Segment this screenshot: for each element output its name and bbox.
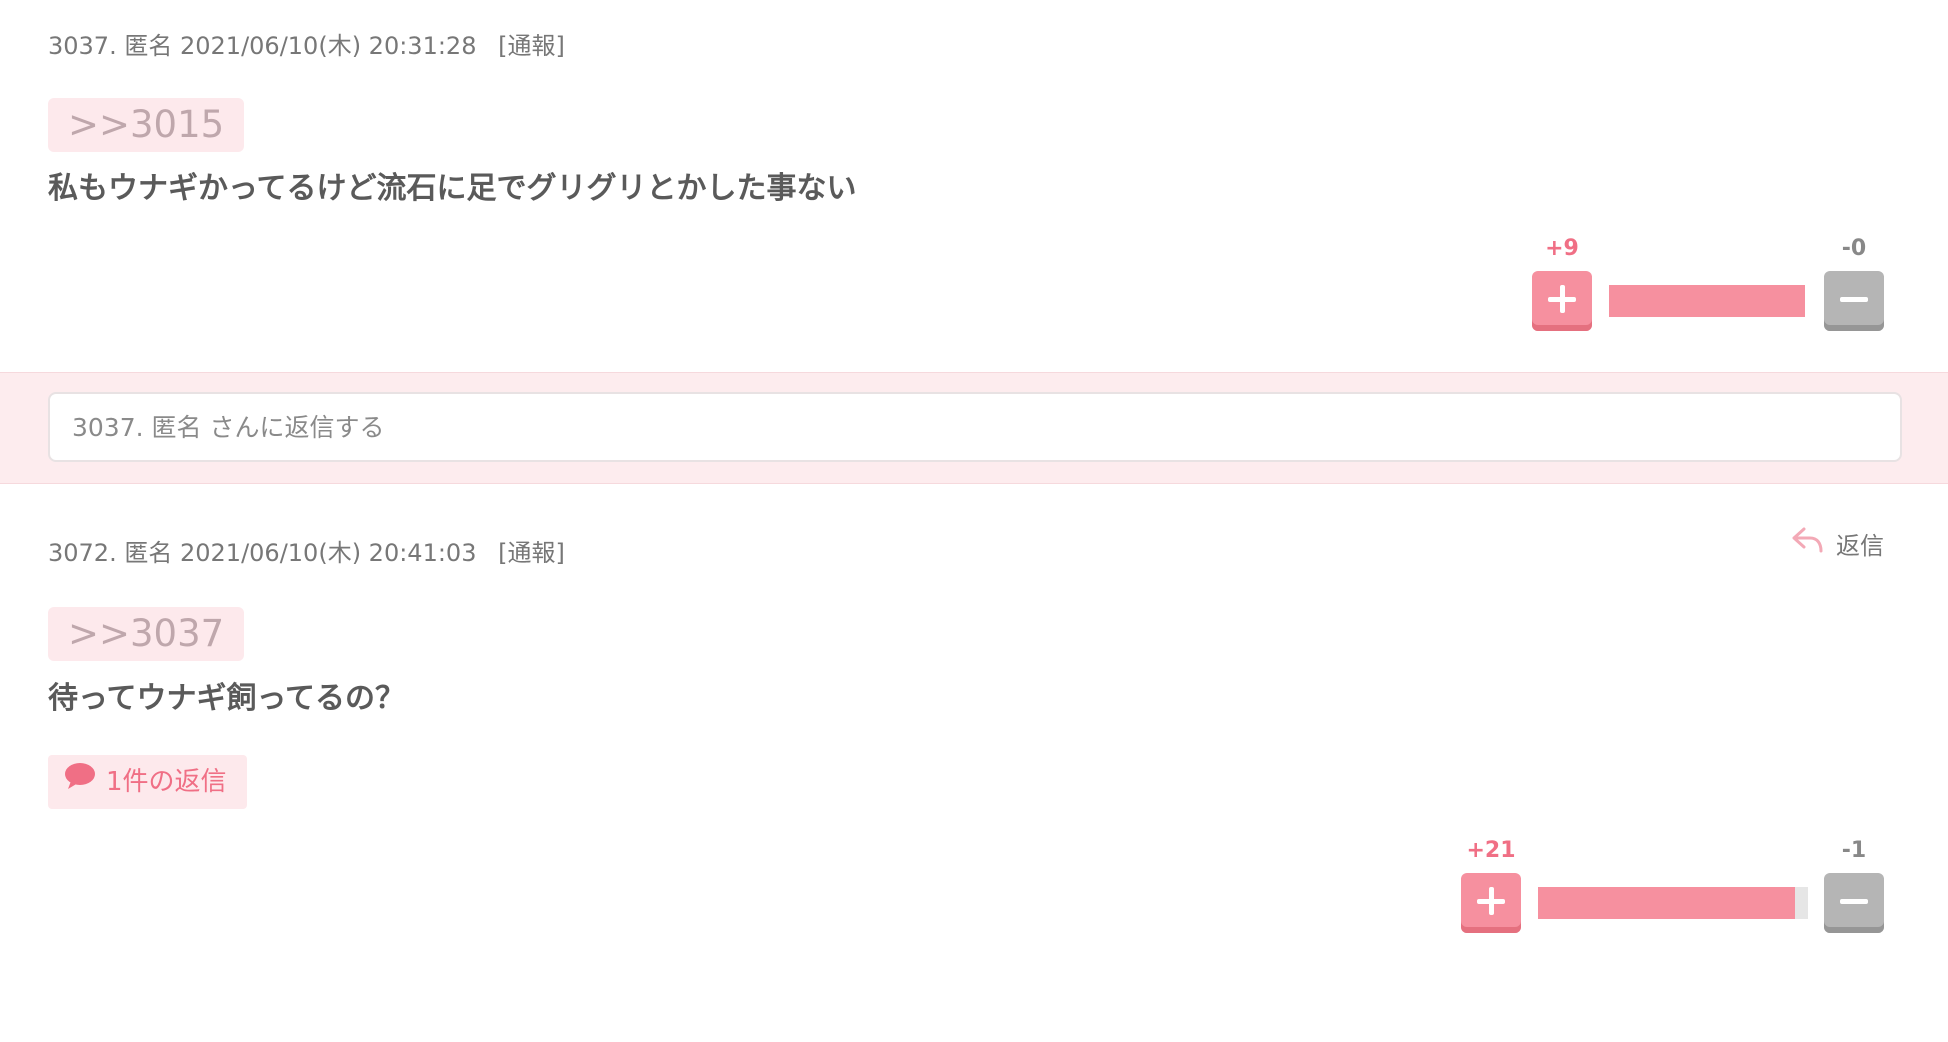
plus-count: +21	[1466, 838, 1516, 863]
plus-vote-button[interactable]	[1461, 873, 1521, 933]
comment-body: 私もウナギかってるけど流石に足でグリグリとかした事ない	[48, 171, 857, 206]
comment-datetime: 2021/06/10(木) 20:31:28	[180, 32, 477, 60]
report-link[interactable]: [通報]	[498, 32, 565, 60]
comment-datetime: 2021/06/10(木) 20:41:03	[180, 539, 477, 567]
anchor-link[interactable]: >>3015	[48, 98, 245, 152]
comment-number: 3072.	[48, 539, 117, 567]
vote-ratio-bar	[1538, 887, 1808, 919]
minus-count: -0	[1841, 236, 1867, 261]
vote-ratio-fill	[1609, 285, 1805, 317]
comment-body: 待ってウナギ飼ってるの？	[48, 681, 405, 716]
speech-bubble-icon	[64, 755, 96, 809]
minus-vote-button[interactable]	[1824, 873, 1884, 933]
comment-author: 匿名	[124, 32, 173, 60]
comment-author: 匿名	[124, 539, 173, 567]
vote-ratio-bar	[1609, 285, 1805, 317]
comment-meta: 3072. 匿名 2021/06/10(木) 20:41:03 [通報]	[48, 533, 565, 568]
reply-arrow-icon	[1790, 525, 1824, 561]
report-link[interactable]: [通報]	[498, 539, 565, 567]
minus-vote-button[interactable]	[1824, 271, 1884, 331]
replies-button[interactable]: 1件の返信	[48, 755, 247, 809]
plus-vote-button[interactable]	[1532, 271, 1592, 331]
reply-label: 返信	[1836, 531, 1884, 560]
comment-3037: 3037. 匿名 2021/06/10(木) 20:31:28 [通報] >>3…	[0, 0, 1948, 372]
vote-ratio-fill	[1538, 887, 1795, 919]
reply-button[interactable]: 返信	[1790, 525, 1884, 561]
plus-count: +9	[1545, 236, 1579, 261]
replies-label: 1件の返信	[106, 767, 227, 797]
reply-input[interactable]	[48, 392, 1902, 462]
comment-meta: 3037. 匿名 2021/06/10(木) 20:31:28 [通報]	[48, 26, 565, 61]
comment-3072: 3072. 匿名 2021/06/10(木) 20:41:03 [通報] 返信 …	[0, 483, 1948, 1042]
minus-icon	[1840, 297, 1868, 302]
minus-icon	[1840, 899, 1868, 904]
minus-count: -1	[1841, 838, 1867, 863]
anchor-link[interactable]: >>3037	[48, 607, 245, 661]
reply-box-area	[0, 372, 1948, 484]
comment-number: 3037.	[48, 32, 117, 60]
